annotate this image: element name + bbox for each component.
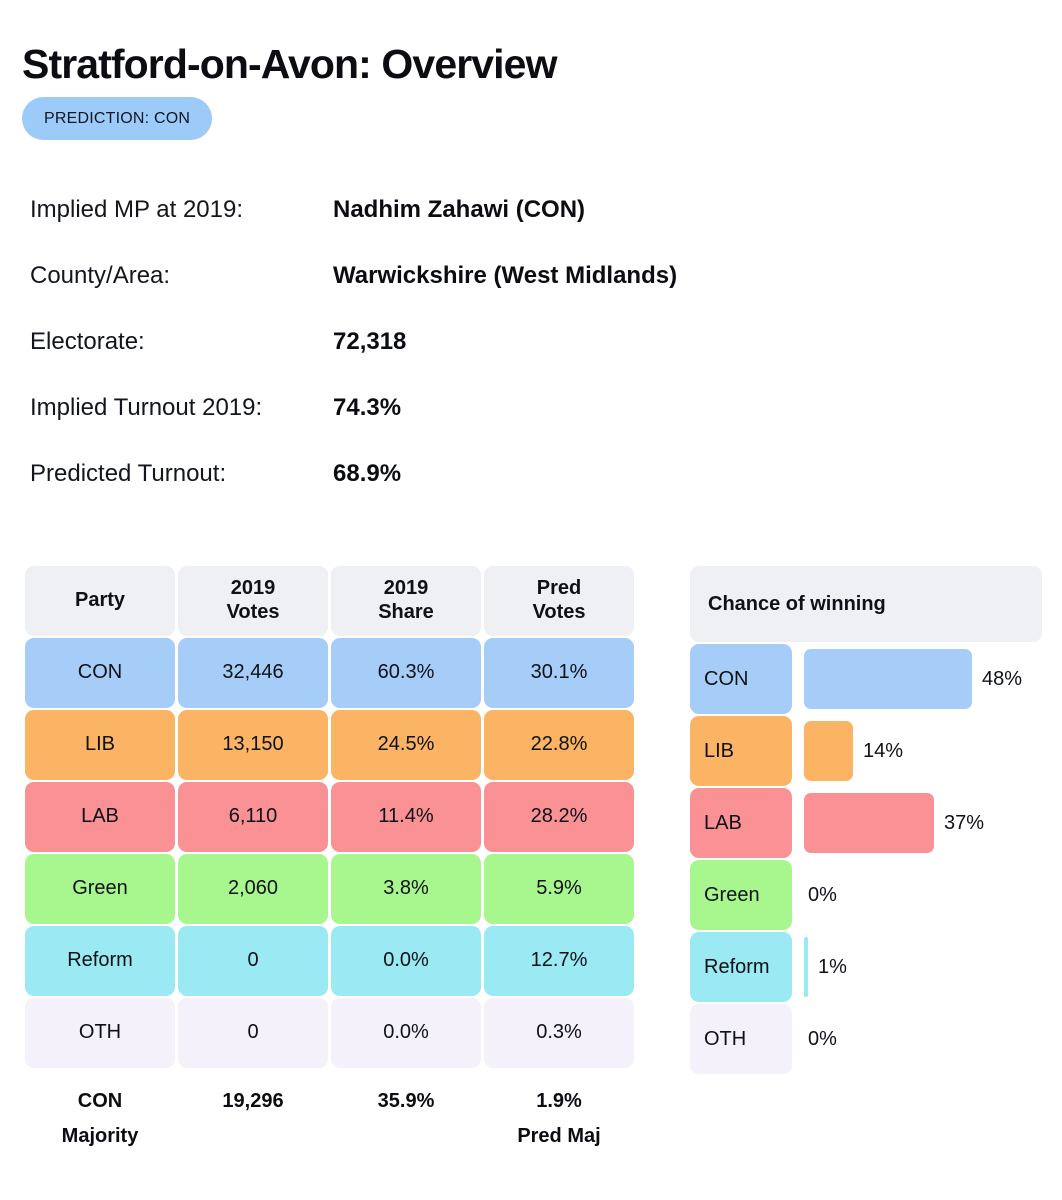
info-label: Predicted Turnout:	[30, 460, 227, 487]
cell-2019-votes: 0	[178, 926, 328, 996]
chance-bar-value: 0%	[808, 1027, 837, 1050]
footer-majority-share-value: 35.9%	[377, 1090, 435, 1112]
info-value: Nadhim Zahawi (CON)	[333, 196, 586, 223]
chance-bar-value: 48%	[982, 667, 1023, 690]
cell-pred-votes: 5.9%	[484, 854, 634, 924]
info-row: Predicted Turnout: 68.9%	[30, 460, 790, 526]
column-header-party: Party	[25, 566, 175, 636]
info-row: Implied MP at 2019: Nadhim Zahawi (CON)	[30, 196, 790, 262]
cell-2019-votes: 2,060	[178, 854, 328, 924]
cell-party: Reform	[25, 926, 175, 996]
info-label: County/Area:	[30, 262, 171, 289]
chance-panel-title: Chance of winning	[690, 566, 1042, 642]
footer-majority-party-label: CON	[77, 1090, 123, 1112]
cell-2019-share: 24.5%	[331, 710, 481, 780]
chance-party-label: LIB	[690, 716, 792, 786]
cell-2019-share: 3.8%	[331, 854, 481, 924]
table-row: Reform 0 0.0% 12.7%	[25, 926, 635, 996]
cell-2019-share: 0.0%	[331, 926, 481, 996]
table-header-row: Party 2019 Votes 2019 Share Pred Votes	[25, 566, 635, 636]
table-row: LIB 13,150 24.5% 22.8%	[25, 710, 635, 780]
page-title: Stratford-on-Avon: Overview	[22, 41, 557, 88]
cell-2019-votes: 0	[178, 998, 328, 1068]
info-row: County/Area: Warwickshire (West Midlands…	[30, 262, 790, 328]
info-value: 72,318	[333, 328, 407, 355]
results-table: Party 2019 Votes 2019 Share Pred Votes C…	[25, 566, 635, 1154]
chance-bar-value: 37%	[944, 811, 985, 834]
cell-party: CON	[25, 638, 175, 708]
info-value: 74.3%	[333, 394, 402, 421]
cell-2019-votes: 6,110	[178, 782, 328, 852]
cell-pred-votes: 28.2%	[484, 782, 634, 852]
info-row: Electorate: 72,318	[30, 328, 790, 394]
cell-party: OTH	[25, 998, 175, 1068]
table-row: CON 32,446 60.3% 30.1%	[25, 638, 635, 708]
chance-row: Reform 1%	[690, 932, 1042, 1002]
footer-pred-majority-value: 1.9%	[536, 1090, 582, 1112]
cell-2019-votes: 32,446	[178, 638, 328, 708]
chance-bar	[804, 937, 808, 997]
cell-2019-votes: 13,150	[178, 710, 328, 780]
chance-bar	[804, 793, 934, 853]
chance-row: LIB 14%	[690, 716, 1042, 786]
column-header-2019-share: 2019 Share	[331, 566, 481, 636]
footer-pred-majority-label: Pred Maj	[517, 1125, 601, 1147]
cell-party: LAB	[25, 782, 175, 852]
chance-bar-area: 0%	[804, 1004, 1042, 1074]
footer-majority-party: CON Majority	[25, 1084, 175, 1154]
prediction-badge-label: PREDICTION: CON	[44, 109, 191, 127]
table-row: OTH 0 0.0% 0.3%	[25, 998, 635, 1068]
chance-row: OTH 0%	[690, 1004, 1042, 1074]
chance-party-label: Green	[690, 860, 792, 930]
info-value: Warwickshire (West Midlands)	[333, 262, 678, 289]
footer-majority-votes: 19,296	[178, 1084, 328, 1154]
table-row: LAB 6,110 11.4% 28.2%	[25, 782, 635, 852]
info-label: Electorate:	[30, 328, 145, 355]
chance-party-label: CON	[690, 644, 792, 714]
cell-pred-votes: 0.3%	[484, 998, 634, 1068]
column-header-2019-votes: 2019 Votes	[178, 566, 328, 636]
chance-party-label: LAB	[690, 788, 792, 858]
table-footer-row: CON Majority 19,296 35.9% 1.9% Pred Maj	[25, 1084, 635, 1154]
cell-2019-share: 11.4%	[331, 782, 481, 852]
cell-pred-votes: 30.1%	[484, 638, 634, 708]
cell-party: Green	[25, 854, 175, 924]
chance-bar	[804, 649, 972, 709]
chance-bar-value: 0%	[808, 883, 837, 906]
chance-bar-area: 14%	[804, 716, 1042, 786]
chance-bar-area: 0%	[804, 860, 1042, 930]
constituency-info-block: Implied MP at 2019: Nadhim Zahawi (CON) …	[30, 196, 790, 526]
footer-majority-share: 35.9%	[331, 1084, 481, 1154]
prediction-badge: PREDICTION: CON	[22, 97, 213, 140]
cell-2019-share: 0.0%	[331, 998, 481, 1068]
chance-bar-area: 1%	[804, 932, 1042, 1002]
cell-2019-share: 60.3%	[331, 638, 481, 708]
cell-pred-votes: 12.7%	[484, 926, 634, 996]
info-label: Implied Turnout 2019:	[30, 394, 263, 421]
chance-row: LAB 37%	[690, 788, 1042, 858]
chance-bar-value: 1%	[818, 955, 847, 978]
footer-pred-majority: 1.9% Pred Maj	[484, 1084, 634, 1154]
footer-majority-word: Majority	[61, 1125, 139, 1147]
chance-party-label: Reform	[690, 932, 792, 1002]
cell-pred-votes: 22.8%	[484, 710, 634, 780]
chance-row: Green 0%	[690, 860, 1042, 930]
chance-row: CON 48%	[690, 644, 1042, 714]
cell-party: LIB	[25, 710, 175, 780]
info-value: 68.9%	[333, 460, 402, 487]
chance-party-label: OTH	[690, 1004, 792, 1074]
footer-majority-votes-value: 19,296	[222, 1090, 284, 1112]
chance-bar	[804, 721, 853, 781]
chance-bar-area: 48%	[804, 644, 1042, 714]
chance-bar-area: 37%	[804, 788, 1042, 858]
info-label: Implied MP at 2019:	[30, 196, 244, 223]
chance-bar-value: 14%	[863, 739, 904, 762]
column-header-pred-votes: Pred Votes	[484, 566, 634, 636]
info-row: Implied Turnout 2019: 74.3%	[30, 394, 790, 460]
table-row: Green 2,060 3.8% 5.9%	[25, 854, 635, 924]
overview-page: Stratford-on-Avon: Overview PREDICTION: …	[0, 0, 1062, 1200]
chance-of-winning-panel: Chance of winning CON 48% LIB 14% LAB 37…	[690, 566, 1042, 1076]
